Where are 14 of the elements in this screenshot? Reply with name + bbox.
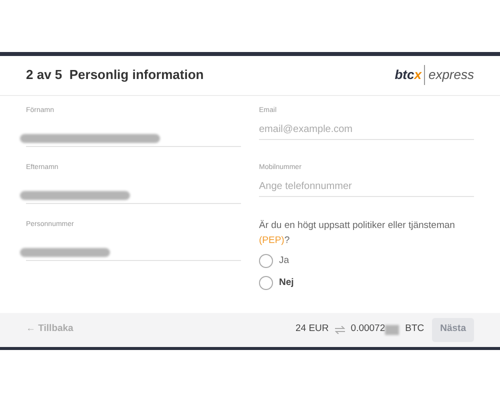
text-field[interactable]: Ange telefonnummer (259, 177, 474, 197)
back-link[interactable]: ← Tillbaka (26, 322, 74, 337)
radio-button[interactable] (259, 276, 273, 290)
radio-label: Nej (279, 276, 294, 290)
eur-amount: 24 EUR (296, 322, 329, 336)
page-title: 2 av 5 Personlig information (26, 66, 204, 84)
brand-logo: btcx express (394, 65, 474, 85)
btc-unit: BTC (405, 322, 424, 336)
btc-amount: 0.00072 (350, 322, 386, 336)
text-field[interactable]: email@example.com (259, 120, 474, 140)
exchange-icon (334, 326, 345, 334)
radio-button[interactable] (259, 254, 273, 268)
pep-question: Är du en högt uppsatt politiker eller tjänsteman (PEP)? (259, 218, 456, 248)
radio-label: Ja (279, 254, 290, 268)
